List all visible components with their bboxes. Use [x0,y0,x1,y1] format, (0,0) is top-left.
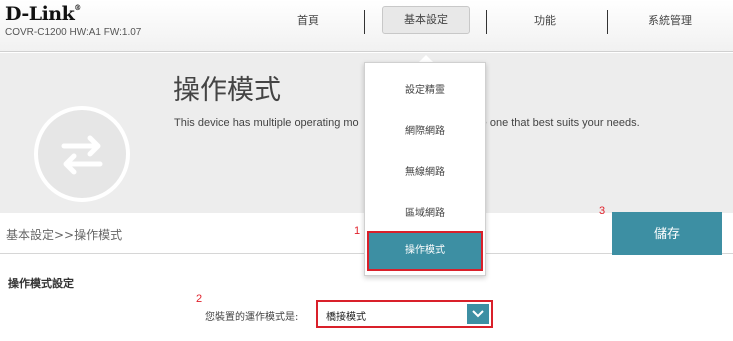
operation-mode-select[interactable]: 橋接模式 [316,300,493,328]
nav-divider [607,10,608,34]
annotation-marker-1: 1 [354,225,361,237]
nav-features[interactable]: 功能 [517,12,573,28]
operation-mode-value: 橋接模式 [326,312,366,323]
nav-basic-settings[interactable]: 基本設定 [382,6,470,34]
dlink-logo[interactable]: D-Link® [5,3,81,25]
menu-item-wireless[interactable]: 無線網路 [365,163,485,178]
swap-arrows-icon [61,135,103,175]
annotation-marker-3: 3 [599,205,606,217]
basic-settings-dropdown: 設定精靈 網際網路 無線網路 區域網路 操作模式 [364,62,486,276]
nav-divider [486,10,487,34]
page-description-right: e one that best suits your needs. [480,117,640,129]
nav-divider [364,10,365,34]
operation-mode-label: 您裝置的運作模式是: [205,312,299,323]
nav-system-management[interactable]: 系統管理 [640,12,700,28]
menu-item-lan[interactable]: 區域網路 [365,204,485,219]
save-button[interactable]: 儲存 [612,212,722,255]
menu-item-setup-wizard[interactable]: 設定精靈 [365,81,485,96]
menu-item-internet[interactable]: 網際網路 [365,122,485,137]
top-nav-bar [0,0,733,52]
model-info: COVR-C1200 HW:A1 FW:1.07 [5,27,142,38]
brand-name: D-Link [5,3,75,25]
operation-mode-icon [34,106,130,202]
registered-mark: ® [74,3,81,12]
page-title: 操作模式 [173,75,281,106]
page-description-left: This device has multiple operating mo [174,117,359,129]
annotation-marker-2: 2 [196,293,203,305]
nav-home[interactable]: 首頁 [283,12,333,28]
breadcrumb: 基本設定>>操作模式 [6,228,123,242]
menu-item-operation-mode[interactable]: 操作模式 [367,231,483,271]
chevron-down-icon[interactable] [467,304,489,324]
section-title: 操作模式設定 [8,277,74,290]
